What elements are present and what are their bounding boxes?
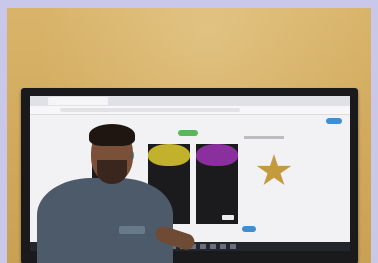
card-header	[196, 144, 238, 166]
photo	[7, 8, 371, 263]
star-panel	[244, 136, 308, 226]
green-pill-button	[178, 130, 198, 136]
browser-address-bar	[30, 106, 350, 115]
blue-button	[242, 226, 256, 232]
person	[27, 124, 197, 263]
beard	[97, 160, 127, 184]
blue-pill-button	[326, 118, 342, 124]
star-icon	[256, 154, 292, 185]
hair	[89, 124, 135, 146]
torso	[37, 178, 173, 263]
address-field	[60, 108, 240, 112]
card-button	[222, 215, 234, 220]
panel-title	[244, 136, 284, 139]
shirt-print	[119, 226, 145, 234]
browser-tab	[48, 97, 108, 105]
card-purple	[196, 144, 238, 224]
